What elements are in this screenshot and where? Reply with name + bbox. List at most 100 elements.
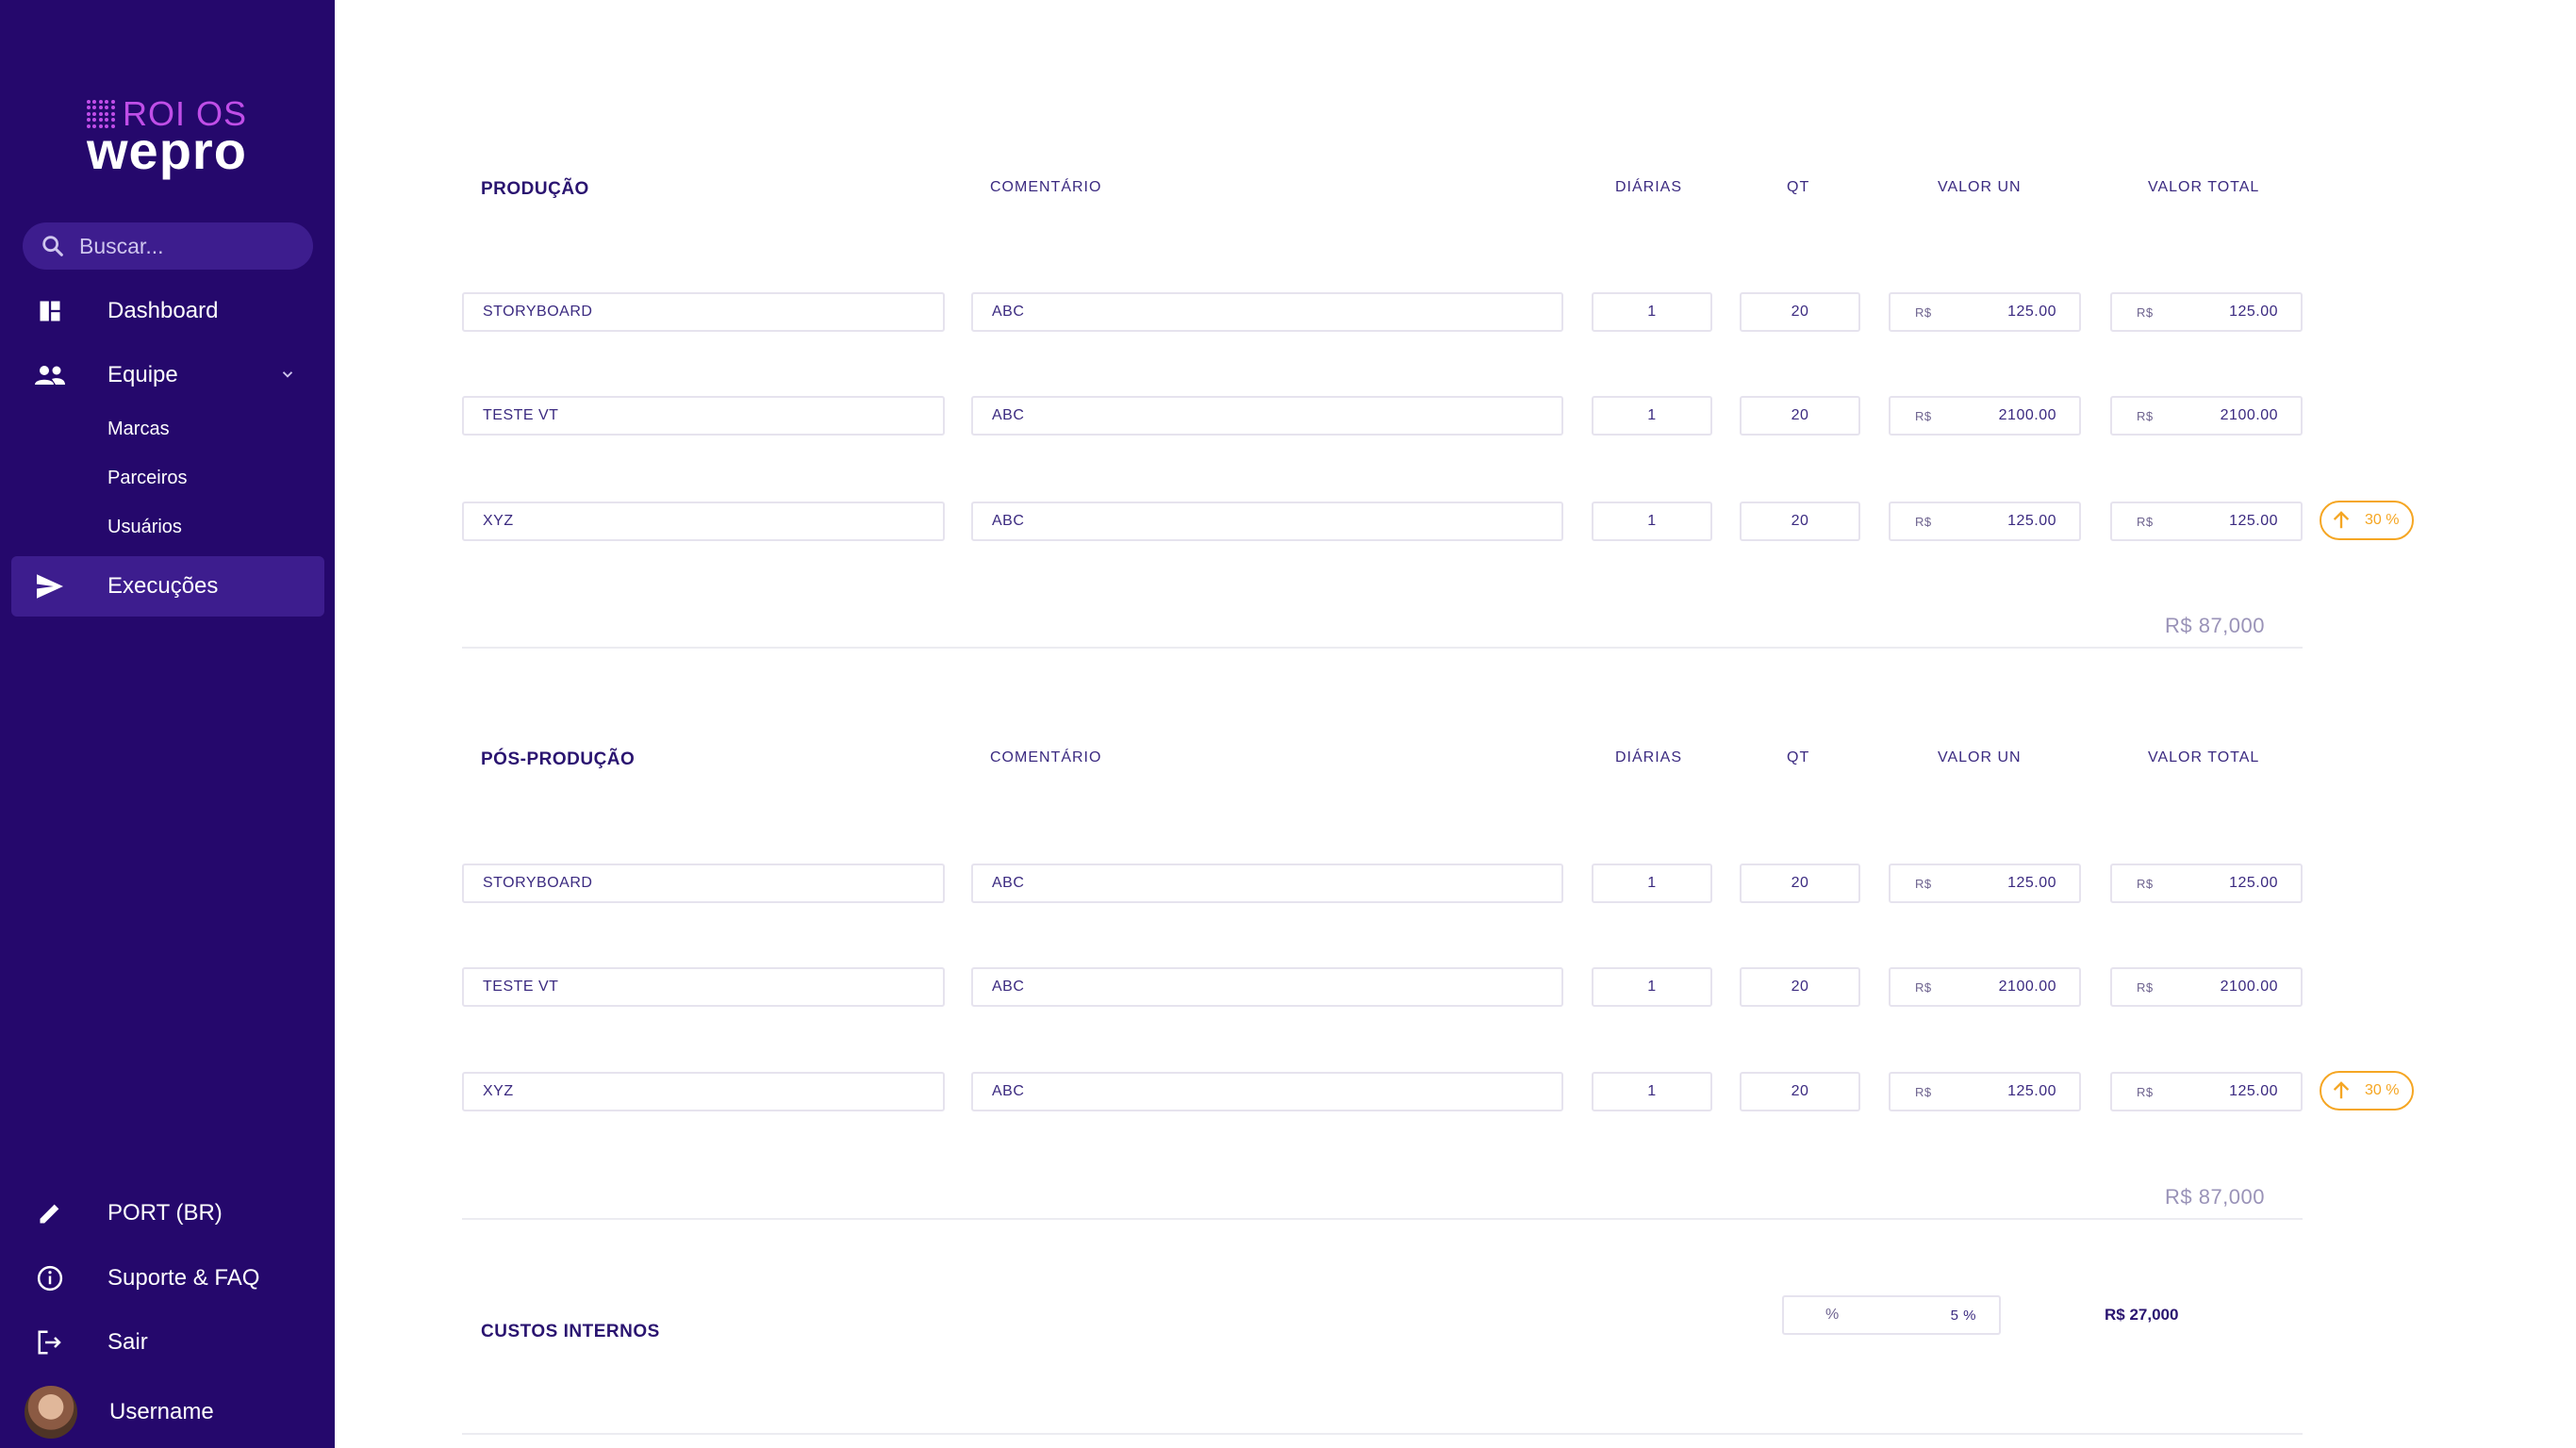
nav-subitem-parceiros[interactable]: Parceiros: [107, 468, 187, 489]
dashboard-icon: [34, 295, 66, 327]
arrow-up-icon: [2333, 511, 2350, 529]
search-box: [23, 222, 313, 270]
nav-item-language[interactable]: PORT (BR): [11, 1183, 324, 1243]
nav-subitem-marcas[interactable]: Marcas: [107, 419, 170, 440]
qt-field[interactable]: 20: [1740, 967, 1860, 1007]
currency-label: R$: [2137, 1084, 2154, 1099]
unit-value: 125.00: [2007, 304, 2056, 320]
days-field[interactable]: 1: [1592, 864, 1712, 903]
currency-label: R$: [2137, 876, 2154, 891]
nav-label-dashboard: Dashboard: [107, 298, 219, 323]
unit-value-field[interactable]: R$ 2100.00: [1889, 396, 2081, 436]
logout-icon: [34, 1326, 66, 1358]
chevron-down-icon[interactable]: [279, 366, 296, 383]
unit-value-field[interactable]: R$ 125.00: [1889, 1072, 2081, 1111]
comment-field[interactable]: ABC: [971, 967, 1563, 1007]
total-value-field[interactable]: R$ 2100.00: [2110, 967, 2303, 1007]
unit-value-field[interactable]: R$ 125.00: [1889, 292, 2081, 332]
nav-item-user[interactable]: Username: [11, 1382, 324, 1442]
days-field[interactable]: 1: [1592, 396, 1712, 436]
qt-field[interactable]: 20: [1740, 864, 1860, 903]
nav-item-support[interactable]: Suporte & FAQ: [11, 1248, 324, 1308]
col-head-comment: COMENTÁRIO: [990, 749, 1102, 765]
nav-item-dashboard[interactable]: Dashboard: [11, 281, 324, 341]
section-divider: [462, 1433, 2303, 1435]
comment-field[interactable]: ABC: [971, 396, 1563, 436]
qt-field[interactable]: 20: [1740, 292, 1860, 332]
item-name-field[interactable]: TESTE VT: [462, 396, 945, 436]
unit-value: 2100.00: [1998, 407, 2056, 423]
currency-label: R$: [1915, 979, 1932, 995]
badge-text: 30 %: [2365, 512, 2400, 528]
comment-field[interactable]: ABC: [971, 1072, 1563, 1111]
currency-label: R$: [1915, 876, 1932, 891]
days-field[interactable]: 1: [1592, 1072, 1712, 1111]
qt-field[interactable]: 20: [1740, 1072, 1860, 1111]
currency-label: R$: [2137, 979, 2154, 995]
qt-field[interactable]: 20: [1740, 502, 1860, 541]
unit-value: 125.00: [2007, 1083, 2056, 1099]
search-input[interactable]: [79, 233, 287, 259]
internal-percent-field[interactable]: % 5 %: [1782, 1295, 2001, 1335]
days-field[interactable]: 1: [1592, 292, 1712, 332]
section-total: R$ 87,000: [2164, 1185, 2265, 1209]
currency-label: R$: [2137, 514, 2154, 529]
avatar[interactable]: [25, 1386, 77, 1439]
total-value-field[interactable]: R$ 125.00: [2110, 1072, 2303, 1111]
internal-amount: R$ 27,000: [2105, 1306, 2179, 1324]
nav-item-logout[interactable]: Sair: [11, 1312, 324, 1373]
section-divider: [462, 647, 2303, 649]
section-divider: [462, 1218, 2303, 1220]
percent-increase-badge[interactable]: 30 %: [2320, 501, 2414, 540]
col-head-days: DIÁRIAS: [1615, 749, 1683, 765]
item-name-field[interactable]: TESTE VT: [462, 967, 945, 1007]
nav-item-equipe[interactable]: Equipe: [11, 345, 324, 405]
total-value: 2100.00: [2220, 407, 2278, 423]
comment-field[interactable]: ABC: [971, 502, 1563, 541]
item-name-field[interactable]: STORYBOARD: [462, 292, 945, 332]
arrow-up-icon: [2333, 1081, 2350, 1099]
nav-label-equipe: Equipe: [107, 362, 178, 387]
percent-increase-badge[interactable]: 30 %: [2320, 1071, 2414, 1111]
total-value: 125.00: [2229, 513, 2278, 529]
currency-label: R$: [2137, 408, 2154, 423]
comment-field[interactable]: ABC: [971, 864, 1563, 903]
total-value: 2100.00: [2220, 979, 2278, 995]
people-icon: [34, 359, 66, 391]
total-value-field[interactable]: R$ 125.00: [2110, 292, 2303, 332]
col-head-unit: VALOR UN: [1938, 179, 2022, 195]
currency-label: R$: [1915, 408, 1932, 423]
sidebar: ROI OS wepro Dashboard Equipe Marcas Par…: [0, 0, 335, 1448]
nav-item-execucoes[interactable]: Execuções: [11, 556, 324, 617]
qt-field[interactable]: 20: [1740, 396, 1860, 436]
col-head-days: DIÁRIAS: [1615, 179, 1683, 195]
total-value-field[interactable]: R$ 2100.00: [2110, 396, 2303, 436]
total-value-field[interactable]: R$ 125.00: [2110, 864, 2303, 903]
send-icon: [34, 570, 66, 602]
brand-logo[interactable]: ROI OS wepro: [87, 94, 256, 177]
col-head-unit: VALOR UN: [1938, 749, 2022, 765]
item-name-field[interactable]: STORYBOARD: [462, 864, 945, 903]
item-name-field[interactable]: XYZ: [462, 502, 945, 541]
item-name-field[interactable]: XYZ: [462, 1072, 945, 1111]
nav-subitem-usuarios[interactable]: Usuários: [107, 517, 182, 538]
currency-label: R$: [1915, 1084, 1932, 1099]
total-value-field[interactable]: R$ 125.00: [2110, 502, 2303, 541]
percent-value: 5 %: [1950, 1307, 1976, 1324]
days-field[interactable]: 1: [1592, 967, 1712, 1007]
currency-label: R$: [2137, 304, 2154, 320]
unit-value-field[interactable]: R$ 2100.00: [1889, 967, 2081, 1007]
unit-value: 125.00: [2007, 513, 2056, 529]
total-value: 125.00: [2229, 304, 2278, 320]
section-total: R$ 87,000: [2164, 614, 2265, 637]
unit-value-field[interactable]: R$ 125.00: [1889, 864, 2081, 903]
unit-value-field[interactable]: R$ 125.00: [1889, 502, 2081, 541]
total-value: 125.00: [2229, 875, 2278, 891]
col-head-comment: COMENTÁRIO: [990, 179, 1102, 195]
nav-label-support: Suporte & FAQ: [107, 1265, 260, 1291]
comment-field[interactable]: ABC: [971, 292, 1563, 332]
search-icon: [42, 236, 63, 256]
username-label: Username: [109, 1399, 214, 1424]
col-head-qt: QT: [1787, 179, 1810, 195]
days-field[interactable]: 1: [1592, 502, 1712, 541]
